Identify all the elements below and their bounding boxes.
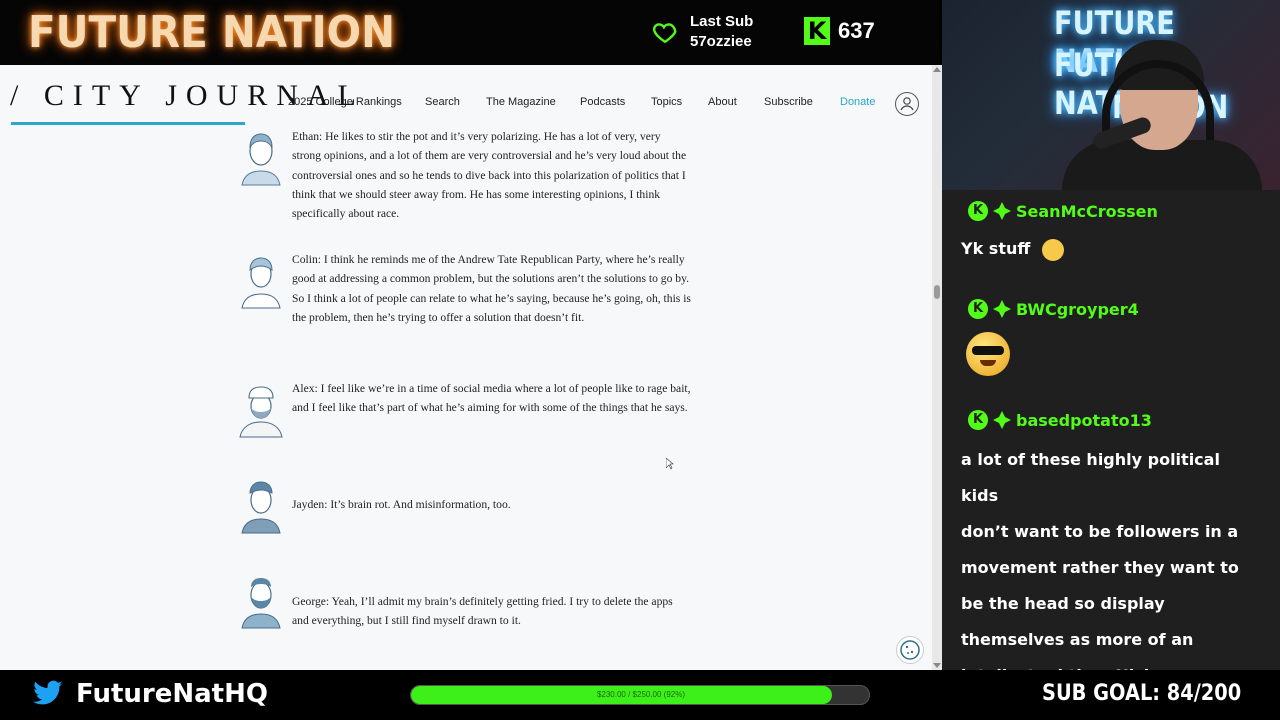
chat-username: K SeanMcCrossen <box>968 201 1158 221</box>
subscriber-badge-icon <box>993 411 1011 429</box>
sub-goal: SUB GOAL: 84/200 <box>1042 681 1242 706</box>
quote-text: Alex: I feel like we’re in a time of soc… <box>292 382 691 415</box>
account-button[interactable] <box>895 92 919 116</box>
chat-username-text[interactable]: SeanMcCrossen <box>1016 202 1158 221</box>
kick-badge-icon: K <box>968 410 988 430</box>
chat-message: a lot of these highly political kids don… <box>961 442 1261 694</box>
user-icon <box>900 97 914 111</box>
site-header: / CITY JOURNAL 2025 College Rankings Sea… <box>0 65 932 125</box>
nav-topics[interactable]: Topics <box>651 96 708 108</box>
alex-avatar <box>239 386 283 438</box>
scroll-thumb[interactable] <box>934 285 940 299</box>
kick-logo-icon: K <box>804 17 830 45</box>
donation-goal-text: $230.00 / $250.00 (92%) <box>596 690 686 699</box>
quote-entry: Ethan: He likes to stir the pot and it’s… <box>236 127 696 220</box>
kick-badge-icon: K <box>968 299 988 319</box>
nav-donate[interactable]: Donate <box>840 96 875 108</box>
chat-message-line: don’t want to be followers in a <box>961 522 1239 541</box>
stream-bottom-bar: FutureNatHQ $230.00 / $250.00 (92%) SUB … <box>0 670 1280 720</box>
chat-message-line: themselves as more of an <box>961 630 1194 649</box>
last-sub-widget: Last Sub 57ozziee <box>652 12 753 52</box>
quote-entry: George: Yeah, I’ll admit my brain’s defi… <box>236 570 696 640</box>
quote-text: George: Yeah, I’ll admit my brain’s defi… <box>292 595 673 628</box>
chat-message-line: movement rather they want to <box>961 558 1239 577</box>
chat-username: K basedpotato13 <box>968 410 1152 430</box>
chat-message-text: Yk stuff <box>961 239 1031 258</box>
subscriber-badge-icon <box>993 202 1011 220</box>
kick-badge-icon: K <box>968 201 988 221</box>
follower-count: 637 <box>838 18 875 43</box>
nav-podcasts[interactable]: Podcasts <box>580 96 651 108</box>
nav-the-magazine[interactable]: The Magazine <box>486 96 580 108</box>
donation-goal-bar: $230.00 / $250.00 (92%) <box>410 685 870 705</box>
george-avatar <box>241 578 281 629</box>
quote-text: Colin: I think he reminds me of the Andr… <box>292 253 691 324</box>
follower-count-widget: K 637 <box>804 17 875 45</box>
ethan-avatar <box>241 133 281 186</box>
cookie-icon <box>900 640 920 660</box>
heart-icon <box>653 23 677 44</box>
scroll-up-arrow-icon[interactable] <box>933 67 941 72</box>
quote-entry: Colin: I think he reminds me of the Andr… <box>236 250 696 330</box>
sunglasses-emote-icon <box>966 332 1010 376</box>
browser-viewport: / CITY JOURNAL 2025 College Rankings Sea… <box>0 65 932 670</box>
main-nav: 2025 College Rankings Search The Magazin… <box>288 96 875 108</box>
stream-top-bar: FUTURE NATION Last Sub 57ozziee K 637 <box>0 0 940 65</box>
future-nation-logo: FUTURE NATION <box>28 7 395 58</box>
colin-avatar <box>241 257 281 309</box>
chat-message: Yk stuff <box>961 231 1261 267</box>
mouse-cursor-icon <box>666 458 674 470</box>
nav-college-rankings[interactable]: 2025 College Rankings <box>288 96 425 108</box>
last-sub-name: 57ozziee <box>690 33 752 50</box>
scroll-down-arrow-icon[interactable] <box>933 663 941 668</box>
chat-username-text[interactable]: BWCgroyper4 <box>1016 300 1139 319</box>
quote-text: Ethan: He likes to stir the pot and it’s… <box>292 130 687 221</box>
chat-username: K BWCgroyper4 <box>968 299 1139 319</box>
nav-search[interactable]: Search <box>425 96 486 108</box>
quote-text: Jayden: It’s brain rot. And misinformati… <box>292 498 511 511</box>
twitter-handle: FutureNatHQ <box>76 679 268 709</box>
chat-message-line: a lot of these highly political kids <box>961 450 1220 505</box>
quote-entry: Alex: I feel like we’re in a time of soc… <box>236 379 696 449</box>
jayden-avatar <box>241 481 281 534</box>
grimace-emoji-icon <box>1041 238 1064 261</box>
chat-username-text[interactable]: basedpotato13 <box>1016 411 1152 430</box>
last-sub-label: Last Sub <box>690 13 754 30</box>
page-scrollbar[interactable] <box>932 65 942 670</box>
chat-panel: K SeanMcCrossen Yk stuff K BWCgroyper4 K… <box>942 190 1280 685</box>
reading-progress-bar <box>11 122 245 125</box>
twitter-icon <box>33 680 63 705</box>
chat-message-line: be the head so display <box>961 594 1165 613</box>
subscriber-badge-icon <box>993 300 1011 318</box>
webcam-feed: FUTURE NATION FUTURE NATION NATION <box>942 0 1280 190</box>
nav-subscribe[interactable]: Subscribe <box>764 96 840 108</box>
cookie-settings-button[interactable] <box>896 636 924 664</box>
quote-entry: Jayden: It’s brain rot. And misinformati… <box>236 475 696 535</box>
nav-about[interactable]: About <box>708 96 764 108</box>
